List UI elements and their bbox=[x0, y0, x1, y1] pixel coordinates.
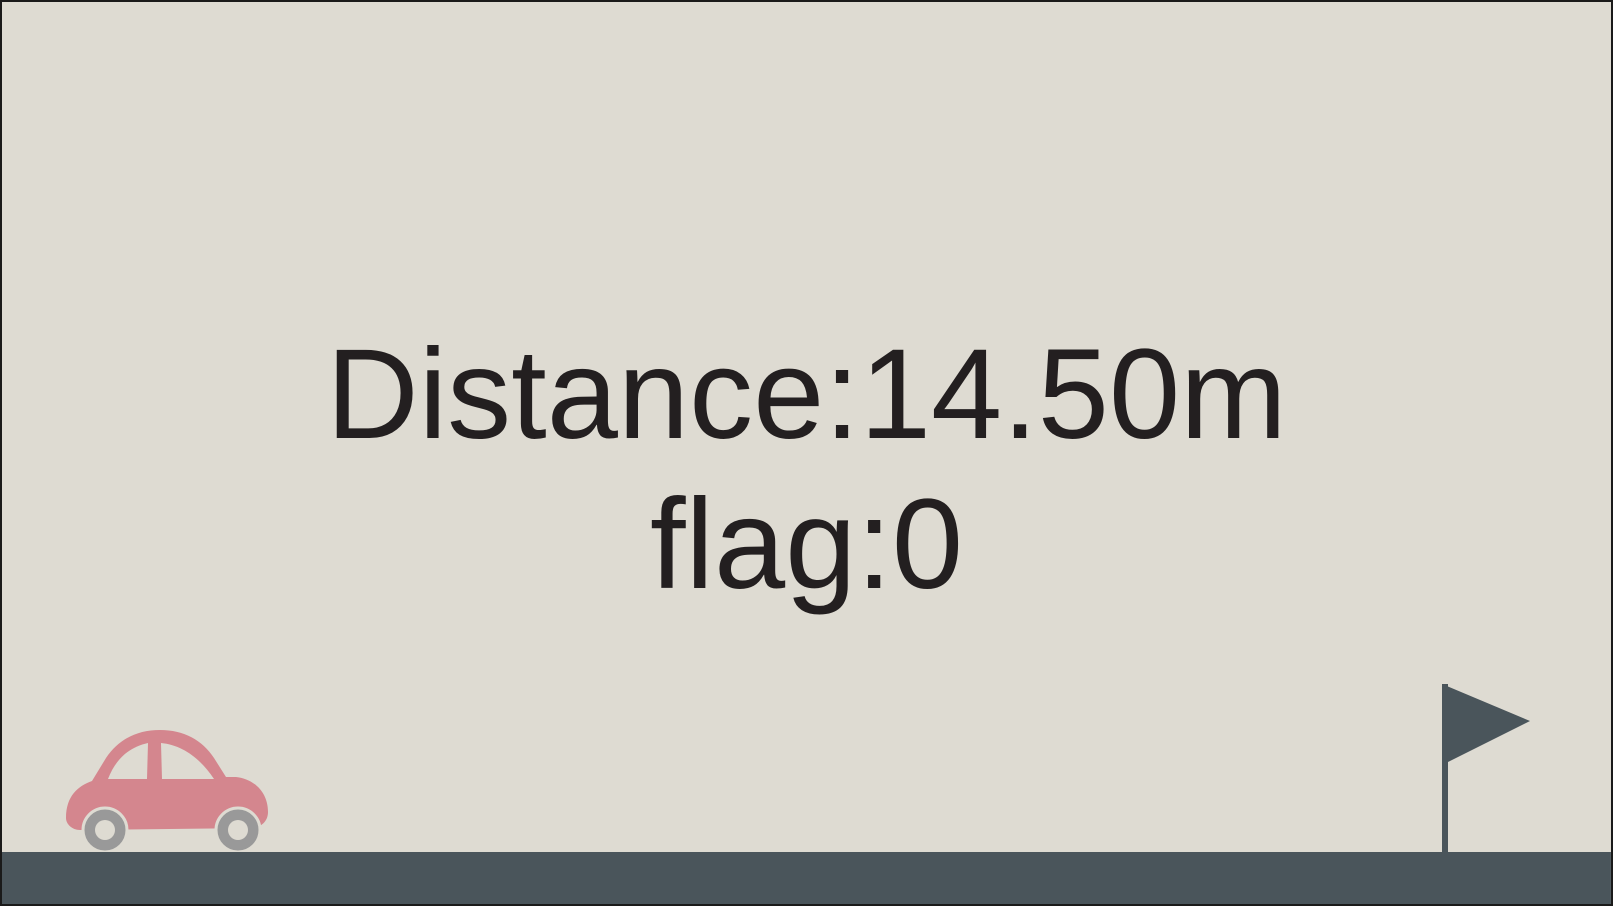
ground bbox=[2, 852, 1611, 904]
hud: Distance:14.50m flag:0 bbox=[2, 320, 1611, 620]
flag-counter: flag:0 bbox=[649, 473, 964, 616]
game-stage[interactable]: Distance:14.50m flag:0 bbox=[0, 0, 1613, 906]
car-wheel-rear bbox=[214, 806, 262, 854]
distance-readout: Distance:14.50m bbox=[326, 323, 1287, 466]
car-wheel-front bbox=[81, 806, 129, 854]
car-icon bbox=[66, 730, 268, 854]
flag-banner bbox=[1442, 684, 1530, 762]
flag-icon bbox=[1442, 684, 1530, 854]
